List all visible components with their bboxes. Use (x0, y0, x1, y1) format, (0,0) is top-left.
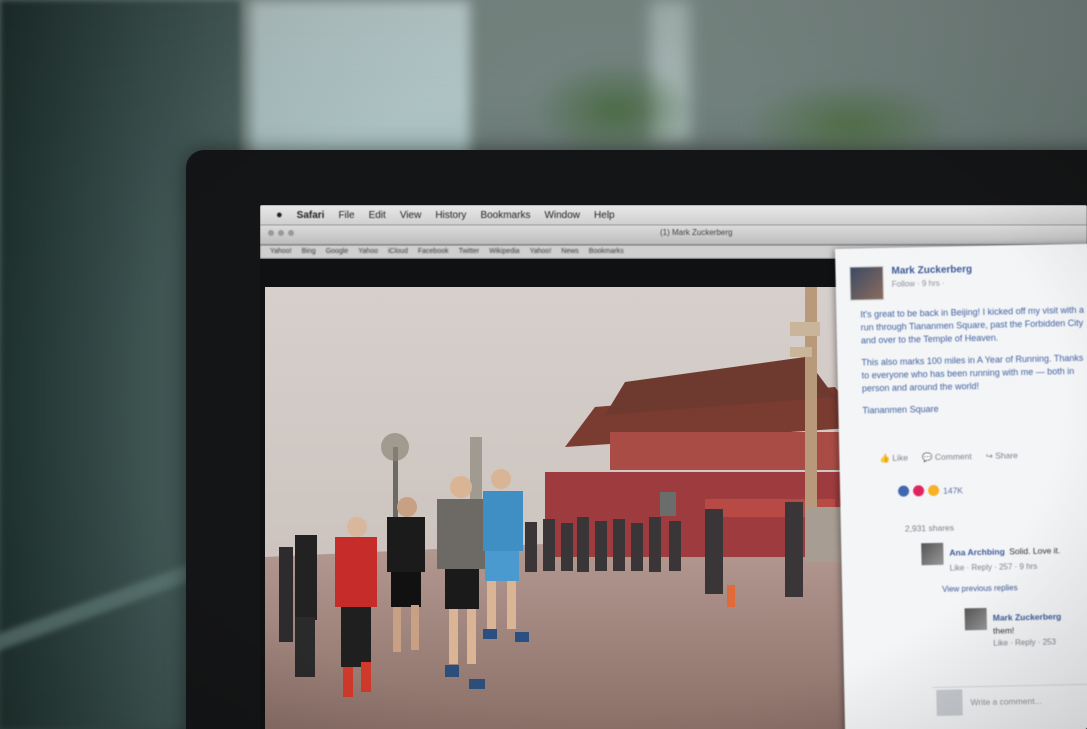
post-photo[interactable] (265, 287, 905, 729)
page-title: (1) Mark Zuckerberg (660, 228, 733, 237)
zoom-icon[interactable] (288, 230, 294, 236)
location-link[interactable]: Tiananmen Square (862, 400, 1087, 418)
menu-help[interactable]: Help (594, 210, 615, 221)
wow-reaction-icon (927, 484, 940, 497)
safari-toolbar: (1) Mark Zuckerberg (260, 225, 1087, 245)
avatar[interactable] (964, 607, 988, 631)
post-paragraph: It's great to be back in Beijing! I kick… (860, 304, 1085, 346)
laptop-screen: ● Safari File Edit View History Bookmark… (260, 205, 1087, 729)
share-label: Share (995, 450, 1018, 461)
bookmark-item[interactable]: Yahoo! (530, 248, 552, 255)
comment-button[interactable]: 💬 Comment (922, 451, 972, 463)
comment-label: Comment (934, 451, 972, 462)
window-controls[interactable] (268, 230, 294, 236)
share-count[interactable]: 2,931 shares (905, 523, 954, 534)
avatar[interactable] (921, 542, 944, 566)
comment-author[interactable]: Ana Archbing (949, 547, 1005, 558)
bookmark-item[interactable]: Bing (302, 248, 316, 255)
reply: Mark Zuckerberg them! Like · Reply · 253 (964, 606, 1062, 648)
comment-text: them! (992, 625, 1015, 636)
love-reaction-icon (912, 485, 925, 497)
like-reaction-icon (897, 485, 910, 497)
comment-input-placeholder[interactable]: Write a comment... (970, 695, 1041, 706)
post-meta: Follow · 9 hrs · (891, 278, 945, 289)
minimize-icon[interactable] (278, 230, 284, 236)
mac-menu-bar: ● Safari File Edit View History Bookmark… (260, 205, 1087, 225)
bookmark-item[interactable]: Yahoo (358, 248, 378, 255)
comment-meta[interactable]: Like · Reply · 253 (993, 637, 1062, 647)
menu-bookmarks[interactable]: Bookmarks (480, 210, 530, 221)
comment: Ana Archbing Solid. Love it. Like · Repl… (921, 540, 1061, 573)
post-actions: 👍 Like 💬 Comment ↪ Share (879, 450, 1018, 464)
post-author[interactable]: Mark Zuckerberg (891, 264, 972, 277)
reaction-summary[interactable]: 147K (897, 484, 964, 497)
menu-file[interactable]: File (338, 210, 354, 221)
post-text: It's great to be back in Beijing! I kick… (860, 304, 1087, 427)
close-icon[interactable] (268, 230, 274, 236)
blurred-plant (535, 60, 695, 160)
comment-author[interactable]: Mark Zuckerberg (993, 611, 1062, 622)
reaction-count: 147K (942, 484, 964, 496)
facebook-post-panel: Mark Zuckerberg Follow · 9 hrs · It's gr… (835, 243, 1087, 729)
menu-view[interactable]: View (400, 210, 422, 221)
post-paragraph: This also marks 100 miles in A Year of R… (861, 352, 1084, 394)
bookmark-item[interactable]: Yahoo! (270, 248, 292, 255)
avatar (936, 688, 963, 716)
comment-meta[interactable]: Like · Reply · 257 · 9 hrs (950, 561, 1061, 573)
tiananmen-scene-illustration (265, 287, 905, 729)
bookmark-item[interactable]: Twitter (459, 248, 480, 255)
bookmark-item[interactable]: Google (326, 248, 349, 255)
menu-window[interactable]: Window (544, 210, 580, 221)
comment-text: Solid. Love it. (1009, 545, 1061, 557)
like-label: Like (892, 452, 909, 463)
share-button[interactable]: ↪ Share (986, 450, 1018, 462)
bookmark-item[interactable]: Bookmarks (589, 248, 624, 255)
menu-safari[interactable]: Safari (297, 210, 325, 221)
view-previous-replies-link[interactable]: View previous replies (942, 583, 1018, 594)
menu-history[interactable]: History (435, 210, 466, 221)
avatar[interactable] (849, 265, 885, 301)
bookmark-item[interactable]: iCloud (388, 248, 408, 255)
window-light (250, 0, 470, 170)
bookmark-item[interactable]: Wikipedia (489, 248, 519, 255)
bookmark-item[interactable]: News (561, 248, 579, 255)
like-button[interactable]: 👍 Like (879, 453, 908, 465)
apple-icon[interactable]: ● (276, 209, 283, 221)
bookmark-item[interactable]: Facebook (418, 248, 449, 255)
post-header: Mark Zuckerberg Follow · 9 hrs · (849, 264, 972, 301)
menu-edit[interactable]: Edit (369, 210, 386, 221)
write-comment-box[interactable]: Write a comment... (932, 683, 1087, 718)
